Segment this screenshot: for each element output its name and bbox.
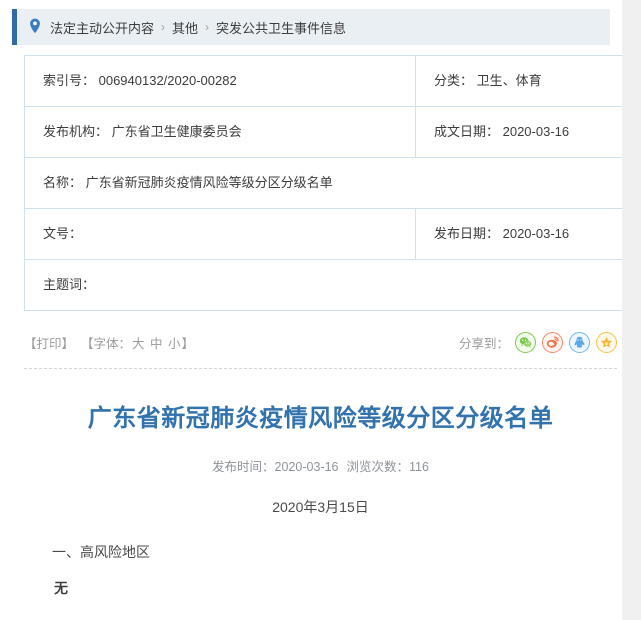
table-cell-publish-date: 发布日期： 2020-03-16 <box>415 208 641 260</box>
document-info-table: 索引号： 006940132/2020-00282 分类： 卫生、体育 发布机构… <box>24 55 641 311</box>
table-cell-issuing-agency: 发布机构： 广东省卫生健康委员会 <box>24 106 416 158</box>
breadcrumb-item-0[interactable]: 法定主动公开内容 <box>50 18 154 37</box>
tools-left-group: 【打印】 【字体：大 中 小】 <box>24 333 194 352</box>
share-wechat-button[interactable] <box>515 331 536 353</box>
article-date-line: 2020年3月15日 <box>272 499 369 515</box>
font-size-large-button[interactable]: 大 <box>131 337 146 351</box>
document-page: 法定主动公开内容 › 其他 › 突发公共卫生事件信息 索引号： 00694013… <box>0 0 641 620</box>
article-section-heading: 一、高风险地区 <box>52 543 150 560</box>
breadcrumb: 法定主动公开内容 › 其他 › 突发公共卫生事件信息 <box>12 9 610 45</box>
map-pin-icon <box>28 18 42 34</box>
breadcrumb-item-2[interactable]: 突发公共卫生事件信息 <box>216 18 346 37</box>
font-size-medium-button[interactable]: 中 <box>149 337 164 351</box>
page-right-gutter <box>622 0 641 620</box>
table-cell-index-number: 索引号： 006940132/2020-00282 <box>24 55 416 107</box>
breadcrumb-separator: › <box>161 20 166 34</box>
font-size-small-button[interactable]: 小 <box>167 337 182 351</box>
favorite-star-icon <box>600 336 613 349</box>
article-section-content: 无 <box>54 580 68 597</box>
view-count: 浏览次数：116 <box>346 460 429 474</box>
table-row: 发布机构： 广东省卫生健康委员会 成文日期： 2020-03-16 <box>24 106 641 158</box>
qq-icon <box>573 336 586 349</box>
article-body: 2020年3月15日 一、高风险地区 无 <box>24 494 617 602</box>
breadcrumb-item-1[interactable]: 其他 <box>172 18 198 37</box>
table-row: 文号： 发布日期： 2020-03-16 <box>24 208 641 260</box>
share-label: 分享到： <box>458 336 509 351</box>
table-cell-document-number: 文号： <box>24 208 416 260</box>
font-size-suffix: 】 <box>181 336 195 351</box>
share-icon-list <box>515 331 617 353</box>
table-row: 名称： 广东省新冠肺炎疫情风险等级分区分级名单 <box>24 157 641 209</box>
table-cell-subject-terms: 主题词： <box>24 259 641 311</box>
section-divider <box>24 368 617 369</box>
table-cell-document-name: 名称： 广东省新冠肺炎疫情风险等级分区分级名单 <box>24 157 641 209</box>
weibo-icon <box>546 336 559 349</box>
print-button[interactable]: 【打印】 <box>24 337 74 351</box>
share-group: 分享到： <box>458 331 617 353</box>
article-meta: 发布时间：2020-03-16 浏览次数：116 <box>24 456 617 475</box>
share-qq-button[interactable] <box>569 331 590 353</box>
publish-time: 发布时间：2020-03-16 <box>212 460 339 474</box>
font-size-prefix: 【字体： <box>81 336 132 351</box>
table-row: 索引号： 006940132/2020-00282 分类： 卫生、体育 <box>24 55 641 107</box>
breadcrumb-separator: › <box>205 20 210 34</box>
share-weibo-button[interactable] <box>542 331 563 353</box>
table-row: 主题词： <box>24 259 641 311</box>
page-title: 广东省新冠肺炎疫情风险等级分区分级名单 <box>87 405 554 432</box>
document-tools-bar: 【打印】 【字体：大 中 小】 分享到： <box>24 325 617 359</box>
share-favorite-button[interactable] <box>596 331 617 353</box>
table-cell-written-date: 成文日期： 2020-03-16 <box>415 106 641 158</box>
table-cell-category: 分类： 卫生、体育 <box>415 55 641 107</box>
wechat-icon <box>519 336 532 349</box>
